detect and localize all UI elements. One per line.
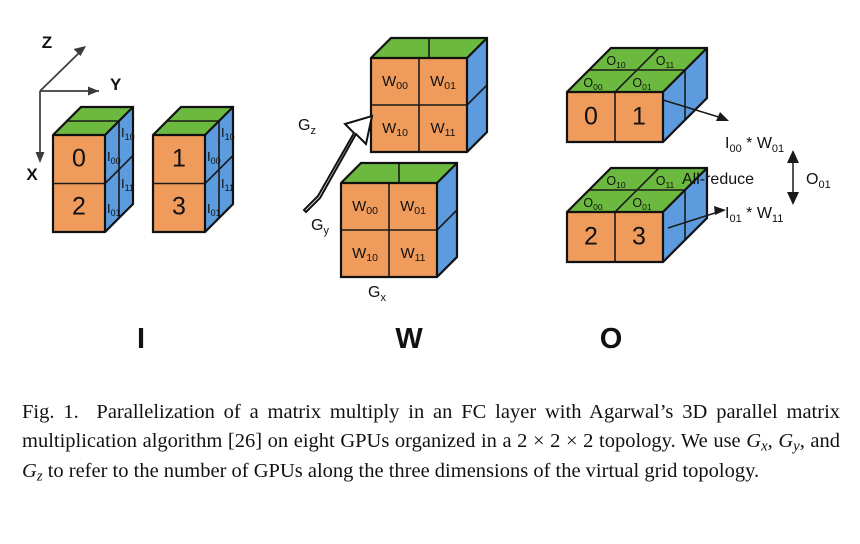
output-cell-1: 1 (632, 103, 646, 131)
caption-line-4: GPUs along the three dimensions of the v… (253, 460, 760, 483)
caption-gz: G (22, 460, 37, 483)
axis-label-z: Z (42, 33, 52, 52)
axis-label-x: X (26, 165, 38, 184)
annotation-i01-w11: I01 * W11 (725, 205, 783, 225)
caption-line-3-d: , (767, 429, 779, 452)
caption-line-3-c: 2 topology. We use (577, 429, 747, 452)
caption-times-1: × (533, 429, 545, 452)
caption-line-3-f: to refer to the number of (42, 460, 249, 483)
caption-gy: G (778, 429, 794, 452)
caption-line-3-a: a 2 (502, 429, 534, 452)
caption-line-3-e: , and (799, 429, 841, 452)
output-cube-top: 0 1 O10 O11 O00 O01 (565, 46, 709, 144)
allreduce-label: All-reduce (682, 171, 754, 188)
input-cell-1: 1 (172, 145, 186, 173)
annotation-i00-w01: I00 * W01 (725, 135, 784, 155)
input-cell-2: 2 (72, 193, 86, 221)
weight-cube-back: W00 W01 W10 W11 (369, 36, 489, 154)
caption-times-2: × (566, 429, 578, 452)
gy-label: Gy (311, 217, 329, 237)
input-cube-right: 1 3 I10 I00 I11 I01 (151, 105, 235, 234)
figure-caption: Fig. 1. Parallelization of a matrix mult… (22, 398, 840, 487)
caption-figure-number: Fig. 1. (22, 401, 79, 423)
input-cube-left: 0 2 I10 I00 I11 I01 (51, 105, 135, 234)
input-cell-0: 0 (72, 145, 86, 173)
matrix-label-i: I (137, 323, 145, 355)
input-cell-3: 3 (172, 193, 186, 221)
gx-label: Gx (368, 284, 386, 304)
weight-cube-front: W00 W01 W10 W11 (339, 161, 459, 279)
matrix-label-o: O (600, 323, 623, 355)
output-cell-0: 0 (584, 103, 598, 131)
caption-line-3-b: 2 (544, 429, 567, 452)
output-cell-2: 2 (584, 223, 598, 251)
allreduce-result-o01: O01 (806, 171, 831, 191)
caption-gx: G (746, 429, 762, 452)
axis-label-y: Y (110, 75, 122, 94)
gz-label: Gz (298, 117, 316, 137)
output-cell-3: 3 (632, 223, 646, 251)
figure-diagram: Z Y X 0 2 I10 I00 I11 I01 1 3 I10 I00 I1… (0, 0, 860, 390)
matrix-label-w: W (395, 323, 423, 355)
caption-line-1: Parallelization of a matrix multiply in … (96, 401, 674, 423)
